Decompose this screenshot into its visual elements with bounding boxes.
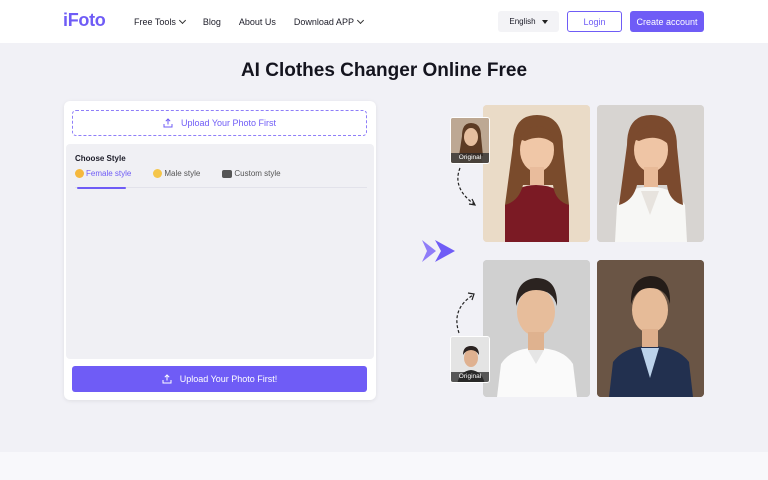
female-emoji-icon [75, 169, 84, 178]
nav-download-app-label: Download APP [293, 16, 354, 27]
caret-down-icon [541, 19, 548, 24]
female-original-thumbnail: Original [450, 117, 490, 164]
male-result-photo-1 [483, 260, 590, 397]
upload-icon [162, 374, 172, 384]
language-select[interactable]: English [498, 11, 559, 32]
curved-arrow-icon [453, 289, 479, 340]
curved-arrow-icon [454, 166, 480, 215]
login-button[interactable]: Login [567, 11, 622, 32]
upload-button-label: Upload Your Photo First! [179, 374, 278, 384]
upload-dropzone-label: Upload Your Photo First [180, 118, 277, 128]
style-tabs: Female style Male style Custom style [75, 168, 367, 189]
original-label: Original [451, 372, 489, 382]
next-section-band [0, 452, 768, 480]
nav-about-us[interactable]: About Us [239, 17, 276, 27]
nav-blog[interactable]: Blog [203, 17, 221, 27]
nav-free-tools[interactable]: Free Tools [134, 16, 186, 27]
tab-female-style-label: Female style [86, 169, 132, 178]
tab-custom-style-label: Custom style [234, 169, 281, 178]
double-arrow-icon [421, 239, 457, 268]
tab-male-style[interactable]: Male style [153, 168, 200, 188]
style-panel: Choose Style Female style Male style Cus… [66, 144, 374, 359]
upload-photo-dropzone[interactable]: Upload Your Photo First [72, 110, 367, 136]
original-label: Original [451, 153, 489, 163]
main-nav: Free Tools Blog About Us Download APP [134, 0, 381, 43]
nav-download-app[interactable]: Download APP [293, 16, 364, 27]
ifoto-logo[interactable]: iFoto [63, 10, 106, 31]
clothes-changer-tool-card: Upload Your Photo First Choose Style Fem… [64, 101, 376, 400]
create-account-button[interactable]: Create account [630, 11, 704, 32]
tab-male-style-label: Male style [164, 169, 201, 178]
upload-photo-button[interactable]: Upload Your Photo First! [72, 366, 367, 392]
tab-female-style[interactable]: Female style [75, 168, 132, 189]
female-result-photo-1 [483, 105, 590, 242]
male-result-photo-2 [597, 260, 704, 397]
chevron-down-icon [178, 16, 186, 24]
page-title: AI Clothes Changer Online Free [240, 60, 528, 81]
male-original-thumbnail: Original [450, 336, 490, 383]
nav-blog-label: Blog [202, 16, 221, 27]
nav-free-tools-label: Free Tools [134, 16, 176, 27]
tab-custom-style[interactable]: Custom style [222, 168, 281, 188]
nav-about-us-label: About Us [238, 16, 276, 27]
chevron-down-icon [356, 16, 364, 24]
top-header: iFoto Free Tools Blog About Us Download … [0, 0, 768, 43]
female-result-photo-2 [597, 105, 704, 242]
male-emoji-icon [153, 169, 163, 178]
choose-style-heading: Choose Style [75, 154, 126, 163]
camera-emoji-icon [222, 170, 233, 178]
upload-icon [163, 118, 173, 128]
language-label: English [509, 17, 536, 26]
